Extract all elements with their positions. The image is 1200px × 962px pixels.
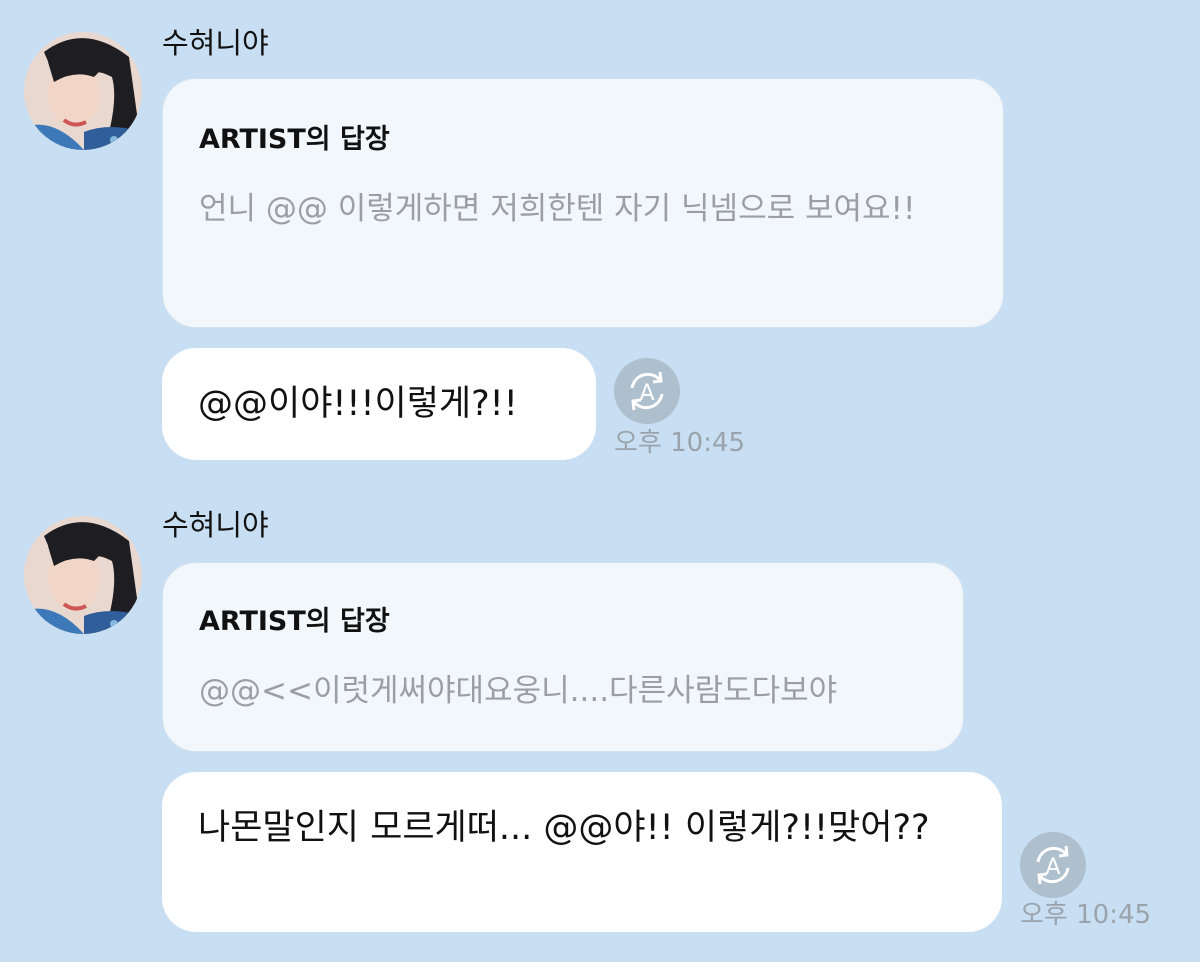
avatar-image <box>24 516 142 634</box>
translate-button[interactable]: A <box>1020 832 1086 898</box>
reply-text: @@<<이럿게써야대요웅니....다른사람도다보야 <box>199 673 838 709</box>
sender-name: 수혀니야 <box>162 508 269 542</box>
svg-text:A: A <box>1045 855 1060 880</box>
reply-quote-card[interactable]: ARTIST의 답장 @@<<이럿게써야대요웅니....다른사람도다보야 <box>162 562 964 752</box>
message-time: 오후 10:45 <box>1020 900 1152 930</box>
message-group: 수혀니야 ARTIST의 답장 @@<<이럿게써야대요웅니....다른사람도다보… <box>0 0 1200 962</box>
reply-title: ARTIST의 답장 <box>199 606 390 637</box>
message-bubble[interactable]: 나몬말인지 모르게떠... @@야!! 이렇게?!!맞어?? <box>162 772 1002 932</box>
translate-icon: A <box>1036 845 1070 885</box>
avatar[interactable] <box>24 516 142 634</box>
